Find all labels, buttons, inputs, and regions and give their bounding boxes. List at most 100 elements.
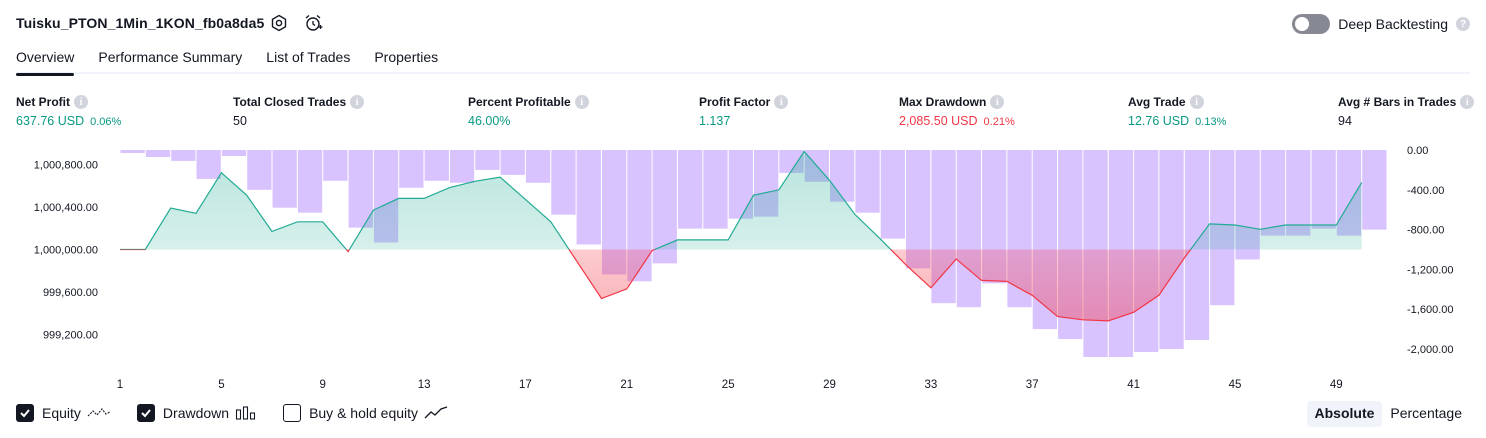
drawdown-bar [475, 150, 500, 170]
metric-profit-factor: Profit Factor i 1.137 [699, 94, 789, 128]
drawdown-bar [399, 150, 424, 188]
metric-max-drawdown: Max Drawdown i 2,085.50 USD 0.21% [899, 94, 1015, 128]
equity-checkbox[interactable] [16, 404, 34, 422]
drawdown-bar [576, 150, 601, 245]
metric-percent-profitable: Percent Profitable i 46.00% [468, 94, 589, 128]
legend-drawdown[interactable]: Drawdown [136, 404, 257, 422]
legend-buy-hold-equity[interactable]: Buy & hold equity [283, 404, 448, 422]
drawdown-bar [703, 150, 728, 229]
drawdown-bar [323, 150, 348, 181]
equity-line-icon [87, 408, 111, 417]
legend-equity[interactable]: Equity [16, 404, 111, 422]
info-icon[interactable]: i [774, 95, 789, 109]
x-tick-label: 9 [319, 379, 325, 391]
settings-icon[interactable] [269, 13, 289, 33]
x-tick-label: 45 [1229, 379, 1242, 391]
drawdown-checkbox[interactable] [136, 404, 155, 422]
info-icon[interactable]: i [1189, 95, 1204, 109]
drawdown-bar [1362, 150, 1387, 230]
deep-backtesting-toggle[interactable] [1292, 14, 1331, 34]
x-tick-label: 5 [218, 379, 224, 391]
x-tick-label: 33 [925, 379, 938, 391]
equity-tick-label: 1,000,000.00 [34, 245, 98, 257]
info-icon[interactable]: i [74, 95, 88, 109]
drawdown-bar [145, 150, 171, 157]
drawdown-bar [221, 150, 247, 156]
x-tick-label: 21 [620, 379, 633, 391]
metric-value: 1.137 [699, 114, 731, 128]
metric-label: Avg Trade [1128, 95, 1186, 109]
equity-drawdown-chart[interactable]: 1,000,800.00 1,000,400.00 1,000,000.00 999,… [0, 140, 1486, 396]
metric-value: 2,085.50 USD [899, 114, 978, 128]
metric-value: 46.00% [468, 114, 511, 128]
drawdown-tick-label: -1,200.00 [1407, 264, 1453, 276]
metric-label: Max Drawdown [899, 95, 987, 109]
metric-avg-trade: Avg Trade i 12.76 USD 0.13% [1128, 94, 1226, 128]
drawdown-bar [272, 150, 297, 208]
tab-list-of-trades[interactable]: List of Trades [266, 46, 350, 74]
metric-label: Profit Factor [699, 95, 771, 109]
legend-label: Drawdown [162, 405, 230, 421]
percentage-button[interactable]: Percentage [1382, 401, 1470, 427]
info-icon[interactable]: i [350, 95, 365, 109]
x-tick-label: 29 [823, 379, 836, 391]
info-icon[interactable]: i [990, 95, 1005, 109]
metric-avg-bars-in-trades: Avg # Bars in Trades i 94 [1338, 94, 1475, 128]
drawdown-bar [297, 150, 323, 213]
metric-value: 94 [1338, 114, 1352, 128]
drawdown-bar [880, 150, 905, 239]
equity-tick-label: 1,000,800.00 [34, 159, 98, 171]
equity-tick-label: 999,200.00 [43, 330, 98, 342]
drawdown-tick-label: -2,000.00 [1407, 344, 1453, 356]
drawdown-bar [171, 150, 196, 161]
deep-backtesting-label: Deep Backtesting [1338, 16, 1448, 32]
tab-properties[interactable]: Properties [374, 46, 438, 74]
drawdown-tick-label: -800.00 [1407, 225, 1444, 237]
drawdown-bar [120, 150, 145, 153]
scale-toggle: Absolute Percentage [1306, 401, 1471, 427]
x-tick-label: 1 [117, 379, 123, 391]
metric-label: Net Profit [16, 95, 70, 109]
drawdown-bar [424, 150, 449, 181]
metric-value: 50 [233, 114, 247, 128]
metric-value: 12.76 USD [1128, 114, 1190, 128]
equity-tick-label: 1,000,400.00 [34, 202, 98, 214]
metric-label: Percent Profitable [468, 95, 571, 109]
equity-tick-label: 999,600.00 [43, 287, 98, 299]
metric-label: Avg # Bars in Trades [1338, 95, 1457, 109]
alarm-clock-icon[interactable] [303, 13, 323, 33]
buy-hold-checkbox[interactable] [283, 404, 302, 422]
metric-total-closed-trades: Total Closed Trades i 50 [233, 94, 365, 128]
metric-percent: 0.06% [90, 116, 122, 128]
metric-net-profit: Net Profit i 637.76 USD 0.06% [16, 94, 121, 128]
info-icon[interactable]: i [574, 95, 589, 109]
x-tick-label: 17 [519, 379, 532, 391]
drawdown-tick-label: -400.00 [1407, 185, 1444, 197]
drawdown-bar [449, 150, 475, 183]
drawdown-bar [1311, 150, 1336, 229]
tab-bar: Overview Performance Summary List of Tra… [16, 46, 1470, 76]
drawdown-bar [500, 150, 525, 175]
tab-performance-summary[interactable]: Performance Summary [98, 46, 242, 74]
legend-label: Buy & hold equity [309, 405, 419, 421]
info-icon[interactable]: i [1460, 95, 1475, 109]
drawdown-bars-icon [236, 406, 256, 420]
metric-percent: 0.21% [983, 116, 1015, 128]
metric-label: Total Closed Trades [233, 95, 347, 109]
drawdown-bar [551, 150, 576, 215]
absolute-button[interactable]: Absolute [1306, 401, 1383, 427]
drawdown-bar [196, 150, 221, 179]
drawdown-bar [855, 150, 880, 213]
x-tick-label: 25 [722, 379, 735, 391]
help-icon[interactable]: ? [1456, 17, 1470, 31]
x-tick-label: 13 [418, 379, 431, 391]
metric-percent: 0.13% [1195, 116, 1227, 128]
drawdown-bar [525, 150, 551, 183]
buy-hold-line-icon [424, 406, 448, 419]
tab-overview[interactable]: Overview [16, 46, 75, 76]
drawdown-bar [247, 150, 272, 190]
drawdown-bar [1286, 150, 1311, 236]
drawdown-tick-label: 0.00 [1407, 145, 1428, 157]
drawdown-bar [678, 150, 703, 229]
x-tick-label: 41 [1127, 379, 1140, 391]
